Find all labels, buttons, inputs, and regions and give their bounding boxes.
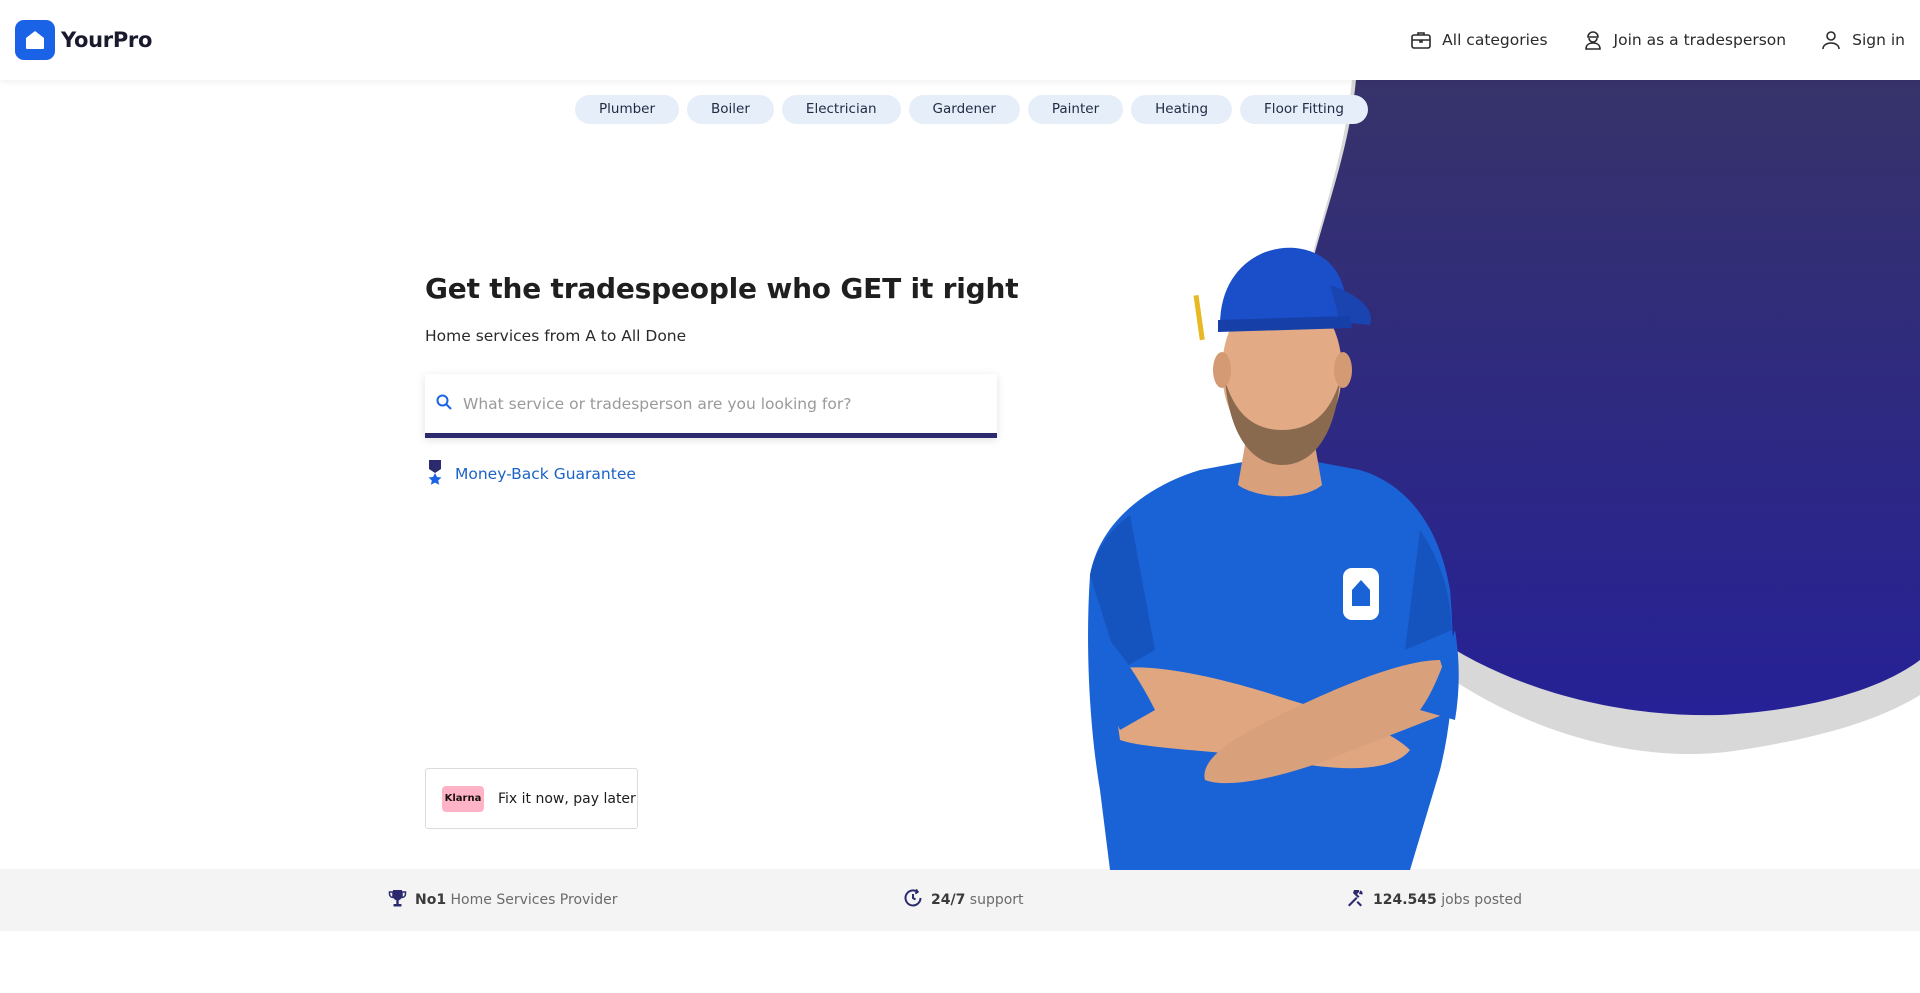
chip-painter[interactable]: Painter [1027, 95, 1124, 124]
stat-provider-strong: No1 [415, 892, 447, 908]
search-input[interactable] [463, 394, 983, 413]
award-ribbon-icon [425, 459, 445, 489]
refresh-clock-icon [903, 888, 923, 912]
trophy-icon [388, 889, 407, 912]
briefcase-icon [1410, 29, 1432, 51]
tradesperson-image [1060, 230, 1510, 874]
guarantee-label: Money-Back Guarantee [455, 465, 636, 483]
stat-provider-text: Home Services Provider [450, 892, 618, 908]
hero-subhead: Home services from A to All Done [425, 327, 687, 345]
chip-electrician[interactable]: Electrician [781, 95, 901, 124]
hero-headline: Get the tradespeople who GET it right [425, 272, 1019, 305]
chip-plumber[interactable]: Plumber [575, 95, 680, 124]
stat-jobs: 124.545 jobs posted [1345, 869, 1522, 931]
klarna-text: Fix it now, pay later [498, 790, 636, 807]
site-header: YourPro All categories Join as a tradesp… [0, 0, 1920, 80]
stat-provider: No1 Home Services Provider [388, 869, 617, 931]
stat-support: 24/7 support [903, 869, 1024, 931]
worker-icon [1582, 29, 1604, 51]
nav-sign-in-label: Sign in [1852, 31, 1905, 49]
chip-floor-fitting[interactable]: Floor Fitting [1240, 95, 1368, 124]
stat-jobs-strong: 124.545 [1373, 892, 1437, 908]
klarna-promo[interactable]: Klarna Fix it now, pay later [425, 768, 638, 829]
house-icon [15, 20, 55, 60]
service-search [425, 374, 997, 438]
brand-logo[interactable]: YourPro [15, 20, 152, 60]
user-icon [1820, 29, 1842, 51]
stat-jobs-text: jobs posted [1441, 892, 1523, 908]
nav-join-tradesperson[interactable]: Join as a tradesperson [1582, 29, 1787, 51]
stats-bar: No1 Home Services Provider 24/7 support … [0, 869, 1920, 931]
hero-background [0, 80, 1920, 869]
chip-boiler[interactable]: Boiler [687, 95, 774, 124]
nav-all-categories-label: All categories [1442, 31, 1548, 49]
brand-name: YourPro [61, 28, 153, 52]
klarna-logo: Klarna [442, 785, 484, 812]
money-back-guarantee-link[interactable]: Money-Back Guarantee [425, 459, 636, 489]
tools-icon [1345, 888, 1365, 912]
nav-all-categories[interactable]: All categories [1410, 29, 1548, 51]
chip-gardener[interactable]: Gardener [908, 95, 1020, 124]
stat-support-strong: 24/7 [931, 892, 966, 908]
nav-join-label: Join as a tradesperson [1613, 31, 1787, 49]
search-icon [435, 393, 453, 415]
chip-heating[interactable]: Heating [1131, 95, 1233, 124]
nav-sign-in[interactable]: Sign in [1820, 29, 1905, 51]
category-chips: Plumber Boiler Electrician Gardener Pain… [575, 95, 1368, 124]
stat-support-text: support [969, 892, 1024, 908]
main-nav: All categories Join as a tradesperson Si… [1376, 29, 1905, 51]
